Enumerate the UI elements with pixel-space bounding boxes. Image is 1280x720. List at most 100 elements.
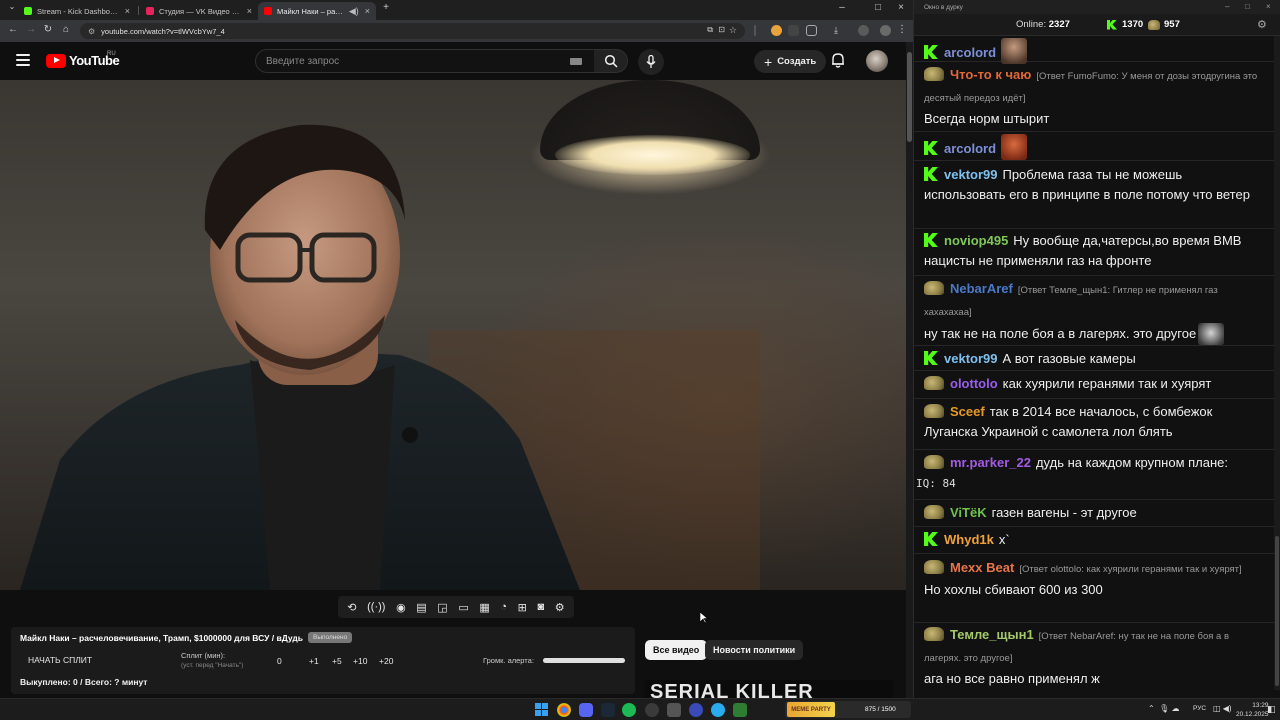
chat-nickname[interactable]: olottolo	[950, 376, 998, 391]
profile-icon[interactable]	[858, 25, 869, 36]
youtube-logo[interactable]: YouTube RU	[46, 51, 120, 68]
language-indicator[interactable]: РУС	[1193, 705, 1206, 712]
chat-nickname[interactable]: vektor99	[944, 351, 997, 366]
video-player[interactable]	[0, 80, 906, 590]
split-minutes-value[interactable]: 0	[277, 656, 282, 666]
chat-nickname[interactable]: Whyd1k	[944, 532, 994, 547]
start-split-button[interactable]: НАЧАТЬ СПЛИТ	[28, 655, 92, 665]
minimize-icon[interactable]: –	[830, 2, 854, 13]
steam-taskbar-icon[interactable]	[601, 703, 615, 717]
loop-icon[interactable]: ⟲	[347, 601, 356, 614]
minimize-icon[interactable]: –	[1225, 2, 1229, 11]
translate-icon[interactable]: ⊡	[718, 25, 725, 34]
kick-platform-icon	[924, 532, 938, 546]
account-avatar[interactable]	[866, 50, 888, 72]
telegram-taskbar-icon[interactable]	[711, 703, 725, 717]
obs-taskbar-icon[interactable]	[645, 703, 659, 717]
chat-nickname[interactable]: arcolord	[944, 45, 996, 60]
close-tab-icon[interactable]: ×	[247, 6, 252, 16]
discord-taskbar-icon[interactable]	[579, 703, 593, 717]
clapperboard-icon[interactable]: ▤	[416, 601, 426, 614]
chat-message: Sceef так в 2014 все началось, с бомбежок…	[914, 400, 1274, 450]
chat-nickname[interactable]: Что-то к чаю	[950, 67, 1031, 82]
chrome-taskbar-icon[interactable]	[557, 703, 571, 717]
recommended-video-thumbnail[interactable]: SERIAL KILLER	[645, 680, 893, 698]
increment-20-button[interactable]: +20	[379, 656, 393, 666]
chat-scroll-thumb[interactable]	[1275, 536, 1279, 686]
extensions-puzzle-icon[interactable]	[806, 25, 817, 36]
eye-icon[interactable]: ◉	[396, 601, 406, 614]
close-tab-icon[interactable]: ×	[125, 6, 130, 16]
site-info-icon[interactable]: ⚙	[88, 27, 95, 36]
alert-volume-slider[interactable]	[543, 658, 625, 663]
chat-nickname[interactable]: arcolord	[944, 141, 996, 156]
extension-1-icon[interactable]	[771, 25, 782, 36]
url-text: youtube.com/watch?v=tlWVcbYw7_4	[101, 26, 225, 36]
new-tab-button[interactable]: +	[374, 2, 398, 13]
notification-bell-icon[interactable]: ◧	[1267, 704, 1276, 715]
windows-start-icon[interactable]	[535, 703, 548, 716]
kick-count-value: 1370	[1122, 19, 1144, 30]
chat-nickname[interactable]: Mexx Beat	[950, 560, 1014, 575]
home-icon[interactable]: ⌂	[59, 24, 73, 35]
close-window-icon[interactable]: ×	[889, 2, 913, 13]
hamburger-menu-icon[interactable]	[16, 54, 30, 66]
audio-icon[interactable]: ◀)	[349, 6, 359, 17]
taskbar-clock[interactable]: 13:29 20.12.2025	[1236, 701, 1269, 719]
film-icon[interactable]: ▦	[479, 601, 489, 614]
speed-gauge-icon[interactable]: ◔	[500, 601, 507, 613]
media-player-taskbar-icon[interactable]	[689, 703, 703, 717]
create-button[interactable]: + Создать	[754, 50, 827, 73]
chip-all-videos[interactable]: Все видео	[645, 640, 708, 660]
account-icon[interactable]	[880, 25, 891, 36]
close-window-icon[interactable]: ×	[1266, 2, 1271, 11]
tab-vk-studio[interactable]: Студия — VK Видео Live ×	[140, 2, 258, 20]
install-icon[interactable]: ⧉	[707, 25, 713, 35]
app-taskbar-icon[interactable]	[667, 703, 681, 717]
search-button[interactable]	[594, 49, 628, 73]
tab-kick-dashboard[interactable]: Stream - Kick Dashboard ×	[18, 2, 136, 20]
keyboard-icon[interactable]	[570, 58, 582, 65]
picture-in-picture-icon[interactable]: ◲	[437, 601, 447, 614]
chip-politics-news[interactable]: Новости политики	[705, 640, 804, 660]
maximize-icon[interactable]: □	[866, 2, 890, 13]
miniplayer-icon[interactable]: ▭	[458, 601, 468, 614]
close-tab-icon[interactable]: ×	[365, 6, 370, 16]
voice-search-button[interactable]	[638, 49, 664, 75]
chat-nickname[interactable]: mr.parker_22	[950, 455, 1031, 470]
chat-nickname[interactable]: NebarAref	[950, 281, 1013, 296]
tab-youtube-video[interactable]: Майкл Наки – расчелове… ◀) ×	[258, 2, 376, 20]
extension-2-icon[interactable]	[788, 25, 799, 36]
broadcast-icon[interactable]: ((·))	[367, 601, 385, 613]
increment-5-button[interactable]: +5	[332, 656, 342, 666]
tray-icons[interactable]: ⌃ 🎙 ☁	[1148, 704, 1180, 713]
back-icon[interactable]: ←	[6, 24, 20, 35]
increment-10-button[interactable]: +10	[353, 656, 367, 666]
page-scrollbar[interactable]	[906, 42, 913, 698]
network-volume-icon[interactable]: ◫ ◀)	[1213, 704, 1232, 713]
add-to-playlist-icon[interactable]: ⊞	[518, 601, 527, 614]
app-2-taskbar-icon[interactable]	[733, 703, 747, 717]
chat-nickname[interactable]: noviop495	[944, 233, 1008, 248]
chat-nickname[interactable]: Sceef	[950, 404, 985, 419]
chat-scrollbar[interactable]	[1274, 36, 1280, 690]
chat-nickname[interactable]: vektor99	[944, 167, 997, 182]
download-icon[interactable]: ⤓	[834, 25, 845, 36]
reload-icon[interactable]: ↻	[41, 24, 55, 35]
menu-icon[interactable]: ⋮	[895, 24, 909, 35]
chat-settings-icon[interactable]: ⚙	[1257, 18, 1267, 31]
page-scroll-thumb[interactable]	[907, 52, 912, 142]
increment-1-button[interactable]: +1	[309, 656, 319, 666]
bookmark-star-icon[interactable]: ☆	[729, 25, 737, 36]
search-input[interactable]	[266, 55, 556, 67]
spotify-taskbar-icon[interactable]	[622, 703, 636, 717]
chat-nickname[interactable]: Темле_щын1	[950, 627, 1034, 642]
settings-gear-icon[interactable]: ⚙	[555, 601, 565, 614]
maximize-icon[interactable]: □	[1245, 2, 1250, 11]
chat-nickname[interactable]: ViTёK	[950, 505, 987, 520]
meme-party-widget[interactable]: MEME PARTY 875 / 1500	[785, 701, 911, 718]
url-field[interactable]: ⚙ youtube.com/watch?v=tlWVcbYw7_4 ⧉ ⊡ ☆	[80, 23, 745, 39]
notifications-bell-icon[interactable]	[831, 52, 845, 68]
forward-icon[interactable]: →	[24, 24, 38, 35]
screenshot-camera-icon[interactable]: ◙	[537, 601, 544, 613]
